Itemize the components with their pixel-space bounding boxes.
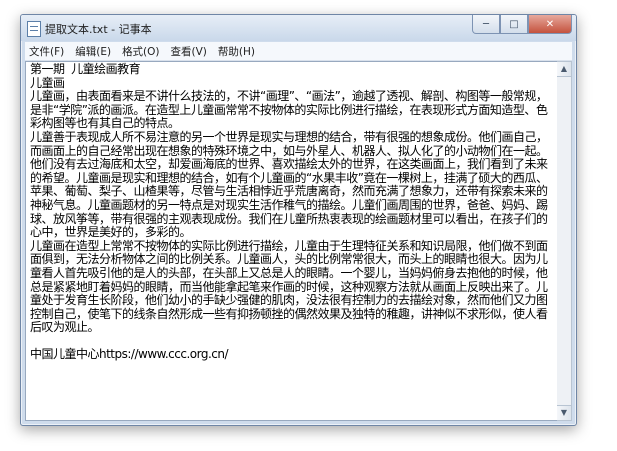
maximize-button[interactable]: □: [500, 15, 528, 34]
title-bar[interactable]: 提取文本.txt - 记事本 ─ □ ✕: [21, 15, 576, 41]
minimize-button[interactable]: ─: [472, 15, 500, 34]
menu-file[interactable]: 文件(F): [29, 44, 64, 59]
menu-format[interactable]: 格式(O): [122, 44, 159, 59]
text-editor[interactable]: 第一期 儿童绘画教育 儿童画 儿童画，由表面看来是不讲什么技法的，不讲“画理”、…: [25, 61, 558, 421]
notepad-window: 提取文本.txt - 记事本 ─ □ ✕ 文件(F) 编辑(E) 格式(O) 查…: [20, 14, 577, 426]
scroll-up-icon[interactable]: ▲: [557, 62, 571, 77]
menu-bar: 文件(F) 编辑(E) 格式(O) 查看(V) 帮助(H): [25, 42, 572, 61]
menu-edit[interactable]: 编辑(E): [75, 44, 111, 59]
close-button[interactable]: ✕: [528, 15, 572, 34]
scroll-down-icon[interactable]: ▼: [557, 405, 571, 420]
menu-help[interactable]: 帮助(H): [218, 44, 255, 59]
notepad-icon: [27, 21, 41, 37]
vertical-scrollbar[interactable]: ▲ ▼: [557, 61, 572, 421]
menu-view[interactable]: 查看(V): [171, 44, 207, 59]
window-controls: ─ □ ✕: [472, 15, 572, 35]
document-text[interactable]: 第一期 儿童绘画教育 儿童画 儿童画，由表面看来是不讲什么技法的，不讲“画理”、…: [26, 62, 557, 362]
window-title: 提取文本.txt - 记事本: [45, 23, 152, 36]
